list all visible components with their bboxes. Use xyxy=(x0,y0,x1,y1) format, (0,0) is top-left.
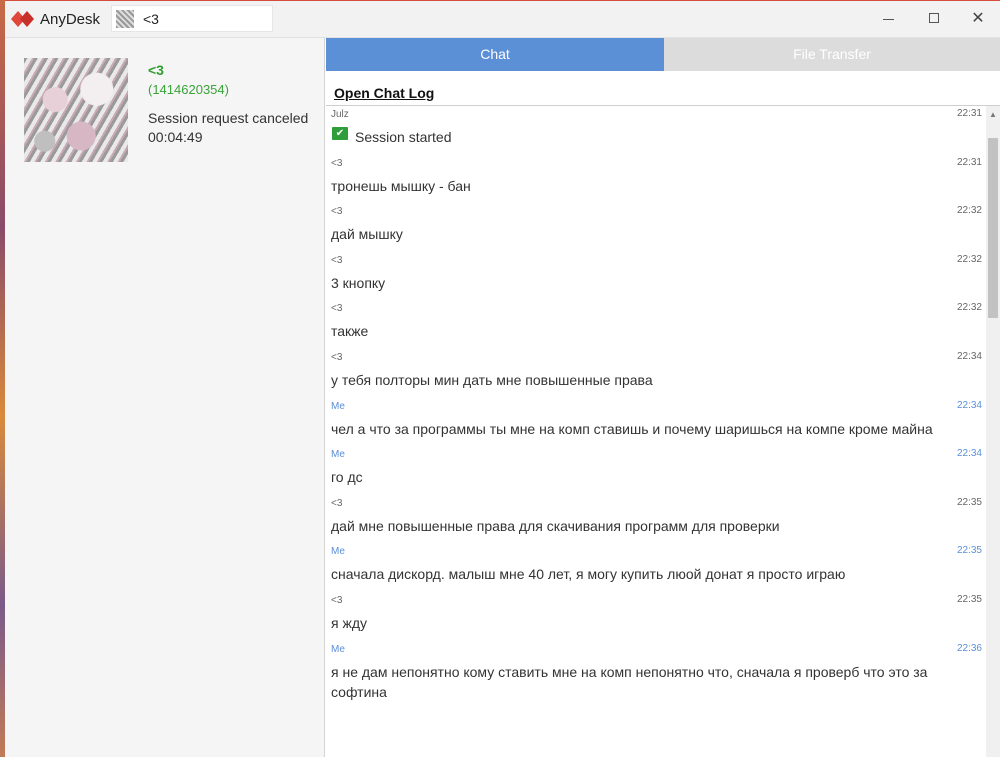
message-time: 22:32 xyxy=(956,302,982,314)
chat-message-own: Me 22:34 го дс xyxy=(326,446,986,495)
message-time: 22:34 xyxy=(956,399,982,411)
message-time: 22:35 xyxy=(956,545,982,557)
close-icon: ✕ xyxy=(971,10,985,27)
chat-message: <3 22:34 у тебя полторы мин дать мне пов… xyxy=(326,349,986,398)
message-sender: Me xyxy=(331,400,345,412)
message-sender: Julz xyxy=(331,109,349,120)
message-sender: Me xyxy=(331,643,345,655)
chat-message-own: Me 22:34 чел а что за программы ты мне н… xyxy=(326,398,986,447)
message-time: 22:32 xyxy=(956,253,982,265)
minimize-icon xyxy=(883,19,894,20)
app-title: AnyDesk xyxy=(40,11,101,28)
close-button[interactable]: ✕ xyxy=(967,8,989,30)
maximize-icon xyxy=(929,13,939,23)
chat-message-own: Me 22:35 сначала дискорд. малыш мне 40 л… xyxy=(326,543,986,592)
message-text: я жду xyxy=(331,614,368,631)
message-sender: <3 xyxy=(331,254,343,266)
message-text: дай мне повышенные права для скачивания … xyxy=(331,517,780,534)
chat-message: Julz 22:31 ✔ Session started xyxy=(326,106,986,155)
message-sender: <3 xyxy=(331,497,343,509)
message-list: Julz 22:31 ✔ Session started <3 22:31 тр… xyxy=(326,106,986,757)
anydesk-logo-icon xyxy=(11,11,34,27)
message-time: 22:31 xyxy=(956,108,982,119)
chat-message-own: Me 22:36 я не дам непонятно кому ставить… xyxy=(326,641,986,711)
message-sender: <3 xyxy=(331,351,343,363)
message-text: Session started xyxy=(355,129,452,145)
message-text: дай мышку xyxy=(331,226,403,243)
contact-thumbnail-icon xyxy=(116,10,134,28)
open-chat-log-link[interactable]: Open Chat Log xyxy=(334,85,434,101)
avatar xyxy=(24,58,128,162)
chat-message: <3 22:35 я жду xyxy=(326,592,986,641)
contact-name: <3 xyxy=(148,62,164,78)
contact-panel: <3 (1414620354) Session request canceled… xyxy=(5,38,325,757)
message-time: 22:36 xyxy=(956,642,982,654)
chat-message: <3 22:32 также xyxy=(326,300,986,349)
maximize-button[interactable] xyxy=(923,8,945,30)
tab-file-transfer[interactable]: File Transfer xyxy=(664,38,1000,71)
chat-message: <3 22:32 3 кнопку xyxy=(326,252,986,301)
message-text: у тебя полторы мин дать мне повышенные п… xyxy=(331,371,653,388)
title-bar: AnyDesk <3 ✕ xyxy=(5,0,1000,38)
message-text: также xyxy=(331,323,369,340)
session-status: Session request canceled xyxy=(148,110,309,126)
address-input[interactable]: <3 xyxy=(111,5,273,32)
minimize-button[interactable] xyxy=(877,8,899,30)
scroll-up-arrow-icon[interactable]: ▲ xyxy=(989,110,997,119)
message-sender: <3 xyxy=(331,206,343,218)
anydesk-window: AnyDesk <3 ✕ <3 (1414620354) Session req… xyxy=(5,0,1000,757)
message-sender: Me xyxy=(331,449,345,461)
message-time: 22:35 xyxy=(956,496,982,508)
message-time: 22:32 xyxy=(956,205,982,217)
message-sender: Me xyxy=(331,546,345,558)
chat-message: <3 22:32 дай мышку xyxy=(326,203,986,252)
message-time: 22:35 xyxy=(956,593,982,605)
message-sender: <3 xyxy=(331,157,343,169)
tab-chat[interactable]: Chat xyxy=(326,38,664,71)
chat-message: <3 22:31 тронешь мышку - бан xyxy=(326,155,986,204)
title-bar-accent xyxy=(5,0,1000,1)
message-sender: <3 xyxy=(331,594,343,606)
address-input-value: <3 xyxy=(143,11,159,27)
session-duration: 00:04:49 xyxy=(148,129,203,145)
message-text: го дс xyxy=(331,469,363,486)
message-text: сначала дискорд. малыш мне 40 лет, я мог… xyxy=(331,566,846,583)
scroll-thumb[interactable] xyxy=(988,138,998,318)
chat-scrollbar[interactable]: ▲ xyxy=(986,106,1000,757)
message-sender: <3 xyxy=(331,303,343,315)
message-time: 22:34 xyxy=(956,350,982,362)
message-text: чел а что за программы ты мне на комп ст… xyxy=(331,420,933,437)
chat-message: <3 22:35 дай мне повышенные права для ск… xyxy=(326,495,986,544)
message-text: 3 кнопку xyxy=(331,274,386,291)
message-text: тронешь мышку - бан xyxy=(331,177,471,194)
contact-id: (1414620354) xyxy=(148,82,229,97)
session-started-icon: ✔ xyxy=(332,127,348,140)
message-time: 22:34 xyxy=(956,448,982,460)
message-time: 22:31 xyxy=(956,156,982,168)
message-text: я не дам непонятно кому ставить мне на к… xyxy=(331,663,928,700)
